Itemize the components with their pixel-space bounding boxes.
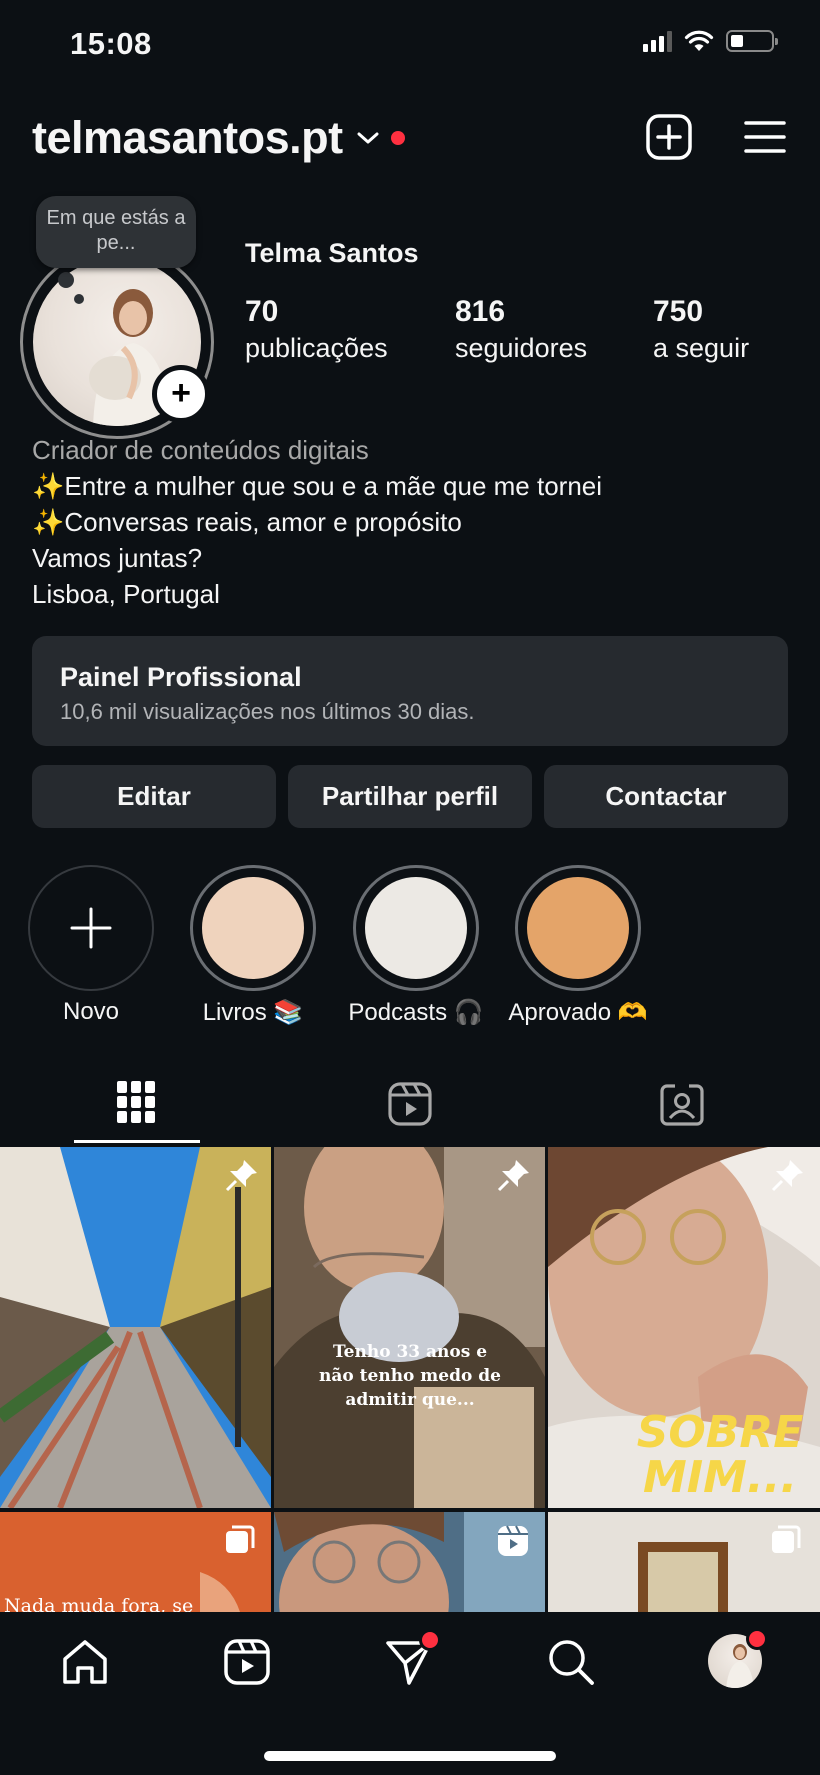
highlight-cover <box>527 877 629 979</box>
post-thumbnail[interactable]: Tenho 33 anos e não tenho medo de admiti… <box>274 1147 545 1508</box>
svg-text:Tenho 33 anos e: Tenho 33 anos e <box>333 1342 487 1362</box>
contact-button[interactable]: Contactar <box>544 765 788 828</box>
signal-icon <box>643 30 672 52</box>
grid-icon[interactable] <box>116 1080 156 1124</box>
new-highlight-button[interactable] <box>28 865 154 991</box>
share-profile-button[interactable]: Partilhar perfil <box>288 765 532 828</box>
bio: Criador de conteúdos digitais ✨Entre a m… <box>32 432 602 612</box>
svg-text:Nada muda fora, se: Nada muda fora, se <box>4 1595 193 1612</box>
add-story-button[interactable]: + <box>152 365 210 423</box>
reels-nav-icon[interactable] <box>222 1637 272 1687</box>
status-icons <box>643 30 778 52</box>
battery-icon <box>726 30 778 52</box>
bio-location: Lisboa, Portugal <box>32 579 220 609</box>
stat-posts[interactable]: 70 publicações <box>245 294 388 366</box>
menu-icon[interactable] <box>740 112 790 162</box>
pin-icon <box>497 1160 529 1192</box>
highlight-cover <box>202 877 304 979</box>
stat-label: a seguir <box>653 333 750 363</box>
stat-followers[interactable]: 816 seguidores <box>455 294 587 366</box>
highlight-livros[interactable] <box>190 865 316 991</box>
pin-icon <box>225 1160 257 1192</box>
home-icon[interactable] <box>60 1637 110 1687</box>
plus-icon <box>70 907 112 949</box>
stat-value: 70 <box>245 295 279 328</box>
create-post-icon[interactable] <box>644 112 694 162</box>
bio-category: Criador de conteúdos digitais <box>32 435 369 465</box>
highlight-podcasts[interactable] <box>353 865 479 991</box>
svg-text:MIM...: MIM... <box>643 1452 797 1503</box>
highlight-aprovado[interactable] <box>515 865 641 991</box>
display-name: Telma Santos <box>245 238 419 268</box>
note-bubble[interactable]: Em que estás a pe... <box>36 196 196 268</box>
note-bubble-tail <box>58 272 74 288</box>
edit-profile-button[interactable]: Editar <box>32 765 276 828</box>
dashboard-subtitle: 10,6 mil visualizações nos últimos 30 di… <box>60 699 475 724</box>
active-tab-indicator <box>74 1140 200 1143</box>
stat-value: 816 <box>455 295 506 328</box>
svg-text:SOBRE: SOBRE <box>637 1407 804 1458</box>
highlight-label: Aprovado 🫶 <box>508 999 648 1026</box>
post-image <box>0 1147 271 1508</box>
profile-badge <box>746 1628 768 1650</box>
status-time: 15:08 <box>70 26 152 61</box>
reel-icon <box>498 1525 528 1556</box>
post-image: Tenho 33 anos e não tenho medo de admiti… <box>274 1147 545 1508</box>
bio-line: ✨Entre a mulher que sou e a mãe que me t… <box>32 471 603 501</box>
account-switcher[interactable]: telmasantos.pt <box>32 112 405 164</box>
notification-dot <box>390 131 405 145</box>
carousel-icon <box>772 1525 801 1553</box>
highlight-label: Podcasts 🎧 <box>348 999 484 1026</box>
pin-icon <box>771 1160 803 1192</box>
stat-label: publicações <box>245 333 388 363</box>
stat-following[interactable]: 750 a seguir <box>653 294 749 366</box>
svg-text:admitir que...: admitir que... <box>345 1390 474 1410</box>
tagged-icon[interactable] <box>660 1082 704 1126</box>
professional-dashboard[interactable]: Painel Profissional 10,6 mil visualizaçõ… <box>32 636 788 746</box>
wifi-icon <box>684 30 714 51</box>
search-icon[interactable] <box>546 1637 596 1687</box>
carousel-icon <box>226 1525 255 1553</box>
chevron-down-icon <box>357 132 379 144</box>
highlight-cover <box>365 877 467 979</box>
highlight-label: Livros 📚 <box>202 999 304 1026</box>
stat-label: seguidores <box>455 333 588 363</box>
bio-line: ✨Conversas reais, amor e propósito <box>32 507 462 537</box>
messages-badge <box>419 1629 441 1651</box>
svg-text:não tenho medo de: não tenho medo de <box>319 1366 501 1386</box>
reels-icon[interactable] <box>388 1082 432 1126</box>
note-bubble-tail-dot <box>74 294 84 304</box>
highlight-label: Novo <box>62 998 120 1025</box>
bio-line: Vamos juntas? <box>32 543 203 573</box>
post-thumbnail[interactable]: SOBRE MIM... <box>548 1147 820 1508</box>
home-indicator <box>264 1751 556 1761</box>
stat-value: 750 <box>653 295 704 328</box>
post-thumbnail[interactable] <box>0 1147 271 1508</box>
dashboard-title: Painel Profissional <box>60 662 302 692</box>
post-image: SOBRE MIM... <box>548 1147 820 1508</box>
username: telmasantos.pt <box>32 112 343 163</box>
